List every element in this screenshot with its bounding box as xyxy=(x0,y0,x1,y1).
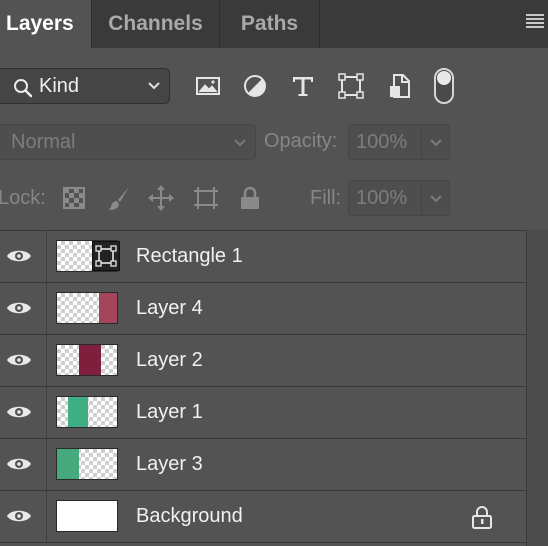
tab-layers[interactable]: Layers xyxy=(0,0,92,48)
tab-paths-label: Paths xyxy=(240,12,299,35)
tab-layers-label: Layers xyxy=(6,12,74,35)
chevron-down-icon xyxy=(234,139,246,147)
image-filter-icon[interactable] xyxy=(194,72,222,100)
thumbnail-fill xyxy=(99,293,117,323)
eye-icon xyxy=(7,458,31,470)
layer-row-background[interactable]: Background xyxy=(0,491,526,543)
lock-image-pixels-icon[interactable] xyxy=(105,184,133,212)
visibility-toggle[interactable] xyxy=(0,283,47,334)
shape-layer-icon xyxy=(95,245,117,267)
thumbnail-fill xyxy=(68,397,88,427)
lock-all-icon[interactable] xyxy=(236,184,264,212)
blend-mode-value: Normal xyxy=(11,131,76,153)
layer-row-layer-3[interactable]: Layer 3 xyxy=(0,439,526,491)
layer-name[interactable]: Rectangle 1 xyxy=(136,245,243,268)
search-icon xyxy=(14,79,33,98)
filter-toggle-knob xyxy=(437,71,451,85)
opacity-field[interactable]: 100% xyxy=(348,124,450,160)
blend-mode-dropdown[interactable]: Normal xyxy=(0,124,256,160)
layer-thumbnail xyxy=(56,500,118,532)
visibility-toggle[interactable] xyxy=(0,231,47,282)
eye-icon xyxy=(7,302,31,314)
adjustment-filter-icon[interactable] xyxy=(241,72,269,100)
opacity-label: Opacity: xyxy=(264,130,338,152)
fill-field[interactable]: 100% xyxy=(348,180,450,216)
layer-row-rectangle-1[interactable]: Rectangle 1 xyxy=(0,231,526,283)
fill-value: 100% xyxy=(356,187,408,209)
layer-name[interactable]: Layer 1 xyxy=(136,401,203,424)
layer-name[interactable]: Background xyxy=(136,505,243,528)
lock-position-icon[interactable] xyxy=(147,184,175,212)
eye-icon xyxy=(7,250,31,262)
type-filter-icon[interactable] xyxy=(289,72,317,100)
layer-row-layer-4[interactable]: Layer 4 xyxy=(0,283,526,335)
layers-scrollbar[interactable] xyxy=(526,230,548,546)
layers-list: Rectangle 1 Layer 4 Layer 2 Layer 1 Laye… xyxy=(0,230,526,543)
lock-transparent-pixels-icon[interactable] xyxy=(60,184,88,212)
filter-toggle-switch[interactable] xyxy=(434,68,454,104)
visibility-toggle[interactable] xyxy=(0,439,47,490)
visibility-toggle[interactable] xyxy=(0,335,47,386)
tab-channels[interactable]: Channels xyxy=(92,0,220,48)
panel-menu-icon[interactable] xyxy=(526,14,544,28)
chevron-down-icon xyxy=(148,82,160,90)
layer-thumbnail xyxy=(56,344,118,376)
panel-tab-bar: Layers Channels Paths xyxy=(0,0,548,48)
layer-row-layer-1[interactable]: Layer 1 xyxy=(0,387,526,439)
smart-object-filter-icon[interactable] xyxy=(386,72,414,100)
tab-channels-label: Channels xyxy=(108,12,203,35)
layer-thumbnail xyxy=(56,448,118,480)
eye-icon xyxy=(7,510,31,522)
layer-thumbnail xyxy=(56,396,118,428)
chevron-down-icon[interactable] xyxy=(429,194,443,204)
layer-name[interactable]: Layer 2 xyxy=(136,349,203,372)
eye-icon xyxy=(7,406,31,418)
opacity-value: 100% xyxy=(356,131,408,153)
layer-name[interactable]: Layer 3 xyxy=(136,453,203,476)
lock-icon[interactable] xyxy=(471,505,493,529)
visibility-toggle[interactable] xyxy=(0,387,47,438)
lock-artboard-icon[interactable] xyxy=(192,184,220,212)
fill-label: Fill: xyxy=(310,187,342,209)
filter-kind-label: Kind xyxy=(39,75,80,97)
filter-kind-dropdown[interactable]: Kind xyxy=(0,68,170,104)
shape-filter-icon[interactable] xyxy=(337,72,365,100)
visibility-toggle[interactable] xyxy=(0,491,47,542)
layer-name[interactable]: Layer 4 xyxy=(136,297,203,320)
lock-label: Lock: xyxy=(0,187,46,209)
tab-paths[interactable]: Paths xyxy=(220,0,320,48)
thumbnail-fill xyxy=(79,345,101,375)
chevron-down-icon[interactable] xyxy=(429,138,443,148)
vector-mask-badge xyxy=(92,241,120,271)
layer-row-layer-2[interactable]: Layer 2 xyxy=(0,335,526,387)
eye-icon xyxy=(7,354,31,366)
thumbnail-fill xyxy=(57,449,79,479)
layer-thumbnail xyxy=(56,292,118,324)
